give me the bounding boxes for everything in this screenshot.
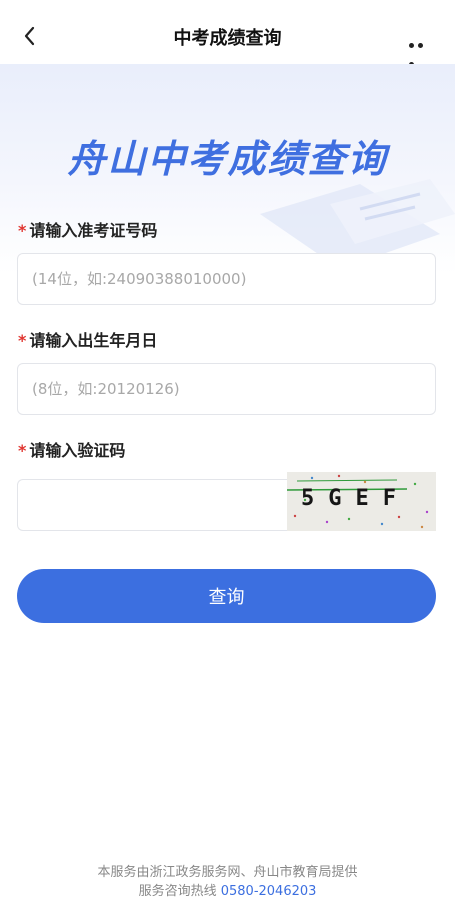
more-dot-icon	[409, 43, 414, 48]
required-mark: *	[18, 441, 27, 460]
more-menu-button[interactable]	[409, 33, 435, 67]
banner-title: 舟山中考成绩查询	[67, 137, 388, 181]
more-dot-icon	[418, 43, 423, 48]
captcha-label: * 请输入验证码	[18, 437, 125, 461]
exam-id-input[interactable]	[17, 253, 436, 305]
exam-id-label: * 请输入准考证号码	[18, 217, 157, 241]
hotline-number-link[interactable]: 0580-2046203	[221, 884, 317, 899]
footer-hotline: 服务咨询热线 0580-2046203	[0, 882, 455, 901]
captcha-text: 5GEF	[301, 486, 410, 511]
birth-date-label: * 请输入出生年月日	[18, 327, 157, 351]
hotline-label: 服务咨询热线	[138, 884, 217, 899]
required-mark: *	[18, 331, 27, 350]
captcha-image[interactable]: 5GEF	[287, 472, 436, 531]
birth-date-label-text: 请输入出生年月日	[29, 331, 158, 350]
query-button[interactable]: 查询	[17, 569, 436, 623]
captcha-input[interactable]	[17, 479, 307, 531]
nav-bar: 中考成绩查询	[0, 0, 455, 68]
footer-provider-text: 本服务由浙江政务服务网、舟山市教育局提供	[97, 865, 358, 880]
footer: 本服务由浙江政务服务网、舟山市教育局提供 服务咨询热线 0580-2046203	[0, 863, 455, 901]
captcha-label-text: 请输入验证码	[29, 441, 126, 460]
required-mark: *	[18, 221, 27, 240]
banner: 舟山中考成绩查询	[0, 64, 455, 274]
exam-id-label-text: 请输入准考证号码	[29, 221, 158, 240]
page-title: 中考成绩查询	[173, 28, 282, 49]
birth-date-input[interactable]	[17, 363, 436, 415]
